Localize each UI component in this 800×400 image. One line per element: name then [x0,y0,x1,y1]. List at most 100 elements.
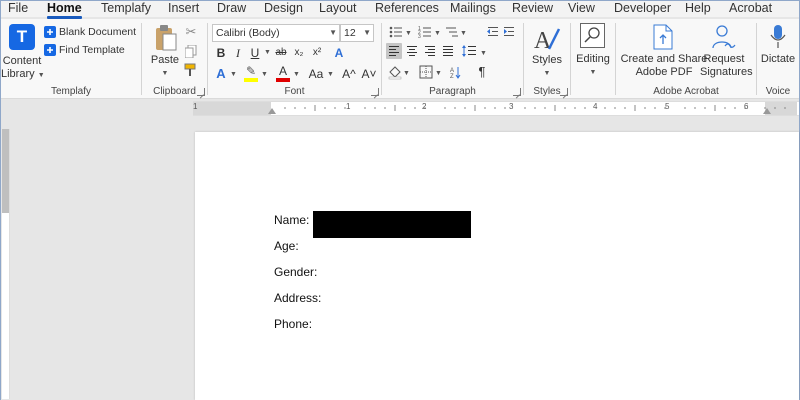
dictate-button[interactable]: Dictate [757,53,799,66]
tab-templafy[interactable]: Templafy [101,1,151,17]
editing-label: Editing [576,53,610,65]
font-launcher-icon[interactable] [371,88,379,96]
grow-font-button[interactable]: A^ [340,66,358,82]
svg-text:▼: ▼ [403,70,410,77]
group-templafy: T Content Library ▼ Blank Document Find … [1,19,141,99]
tab-layout[interactable]: Layout [319,1,357,17]
format-painter-icon[interactable] [184,63,198,77]
show-formatting-marks-button[interactable]: ¶ [475,64,489,80]
styles-button[interactable]: Styles ▼ [524,54,570,80]
svg-text:A: A [534,28,552,53]
styles-launcher-icon[interactable] [560,88,568,96]
indent-marker-icon[interactable] [268,108,276,114]
alignment-buttons-row[interactable]: ▼ [386,43,520,59]
tab-home[interactable]: Home [47,1,82,19]
chevron-down-icon[interactable]: ▼ [327,71,334,78]
create-share-pdf-button[interactable]: Create and Share Adobe PDF [620,53,708,79]
chevron-down-icon[interactable]: ▼ [293,71,300,78]
search-icon[interactable] [580,23,605,48]
bold-button[interactable]: B [214,45,228,61]
tab-references[interactable]: References [375,1,439,17]
request-signatures-icon[interactable] [711,24,737,50]
styles-icon[interactable]: A [533,25,561,53]
underline-button[interactable]: U [248,45,262,61]
paragraph-launcher-icon[interactable] [513,88,521,96]
shading-icon [388,66,402,80]
shading-borders-row[interactable]: ▼ ▼ AZ [388,64,508,80]
paste-button[interactable]: Paste ▼ [148,54,182,80]
request-sig-label-1: Request [703,53,745,65]
copy-icon[interactable] [184,44,198,58]
paste-icon[interactable] [152,23,180,53]
microphone-icon[interactable] [769,24,787,50]
ruler-number: 4 [593,102,598,111]
tab-developer[interactable]: Developer [614,1,671,17]
shrink-font-button[interactable]: A˅ [360,66,378,82]
blank-document-label: Blank Document [59,26,137,38]
bullets-icon [389,26,402,38]
text-effects-button[interactable]: A [214,66,228,82]
tab-insert[interactable]: Insert [168,1,199,17]
tab-draw[interactable]: Draw [217,1,246,17]
strikethrough-button[interactable]: ab [274,45,288,61]
create-pdf-icon[interactable] [651,24,675,50]
group-label-font: Font [284,86,305,97]
content-library-button[interactable]: Content Library ▼ [1,55,45,82]
tab-acrobat[interactable]: Acrobat [729,1,772,17]
editing-button[interactable]: Editing ▼ [571,53,615,79]
list-buttons-row[interactable]: ▼ 123 ▼ ▼ [388,25,518,39]
right-indent-marker-icon[interactable] [763,108,771,114]
tab-mailings[interactable]: Mailings [450,1,496,17]
styles-label: Styles [532,54,562,66]
highlight-button[interactable]: ✎ [244,65,258,82]
change-case-button[interactable]: Aa [306,66,326,82]
group-styles: A Styles ▼ Styles [524,19,570,99]
group-adobe-acrobat: Create and Share Adobe PDF Request Signa… [616,19,756,99]
chevron-down-icon[interactable]: ▼ [230,71,237,78]
justify-icon [443,46,453,56]
tab-view[interactable]: View [568,1,595,17]
request-signatures-button[interactable]: Request Signatures [700,53,753,79]
ruler-number: 1 [346,102,351,111]
ribbon: T Content Library ▼ Blank Document Find … [1,19,799,99]
tab-design[interactable]: Design [264,1,303,17]
svg-text:▼: ▼ [434,30,441,37]
clipboard-launcher-icon[interactable] [197,88,205,96]
chevron-down-icon[interactable]: ▼ [261,71,268,78]
templafy-logo-icon[interactable]: T [9,24,35,50]
group-editing: Editing ▼ [571,19,615,99]
numbering-icon: 123 [418,26,431,39]
ruler-number: 5 [665,102,670,111]
group-label-voice: Voice [765,86,791,97]
vertical-ruler[interactable] [2,129,10,399]
svg-text:▼: ▼ [435,70,442,77]
sort-icon: AZ [450,67,461,80]
tab-file[interactable]: File [8,1,28,17]
blank-document-button[interactable]: Blank Document [44,24,136,40]
chevron-down-icon[interactable]: ▼ [264,49,271,56]
cut-icon[interactable]: ✂ [184,24,198,39]
tab-help[interactable]: Help [685,1,711,17]
horizontal-ruler[interactable]: 1 1 2 3 4 5 6 [193,101,799,116]
font-color-button[interactable]: A [276,65,290,82]
ruler-number: 2 [422,102,427,111]
font-name-select[interactable]: Calibri (Body) ▼ [212,24,340,42]
italic-button[interactable]: I [231,45,245,61]
subscript-button[interactable]: x₂ [292,45,306,61]
plus-icon [44,26,56,38]
clear-formatting-button[interactable]: A [332,45,346,61]
tab-review[interactable]: Review [512,1,553,17]
superscript-button[interactable]: x² [310,45,324,61]
increase-indent-icon [504,27,514,36]
paste-label: Paste [150,54,180,66]
plus-icon [44,44,56,56]
find-template-button[interactable]: Find Template [44,42,125,58]
font-size-select[interactable]: 12 ▼ [340,24,374,42]
field-gender-label: Gender: [274,265,318,279]
chevron-down-icon: ▼ [37,72,45,79]
find-template-label: Find Template [59,44,125,56]
font-name-value: Calibri (Body) [216,27,280,39]
multilevel-list-icon [446,27,458,37]
font-size-value: 12 [344,27,356,39]
group-font: Calibri (Body) ▼ 12 ▼ B I U ▼ ab x₂ x² A… [208,19,381,99]
